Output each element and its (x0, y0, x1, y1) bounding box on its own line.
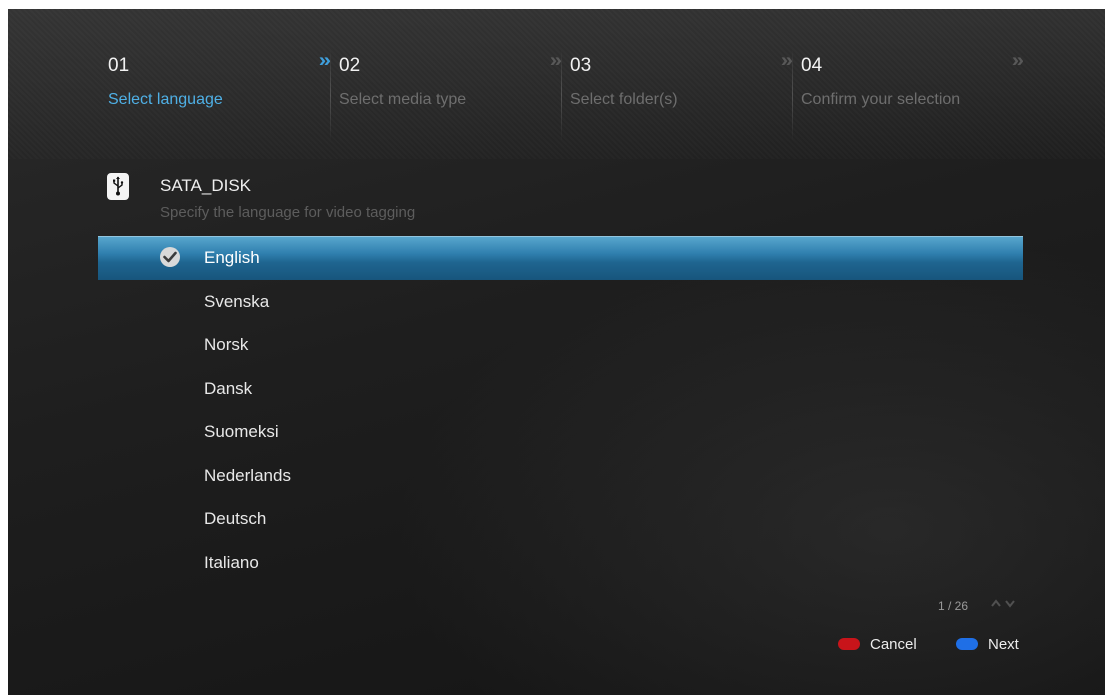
language-label: Deutsch (204, 509, 267, 528)
step-number: 04 (801, 55, 823, 76)
device-subtitle: Specify the language for video tagging (160, 204, 416, 221)
scroll-arrows-icon[interactable] (990, 598, 1020, 611)
language-item-suomeksi[interactable]: Suomeksi (98, 410, 1023, 454)
language-item-norsk[interactable]: Norsk (98, 323, 1023, 367)
language-label: English (204, 248, 260, 267)
page-indicator: 1 / 26 (938, 599, 969, 613)
step-confirm-selection: 04 Confirm your selection » (793, 41, 1024, 141)
language-label: Norsk (204, 335, 249, 354)
language-label: Italiano (204, 552, 259, 572)
step-number: 03 (570, 55, 592, 76)
double-chevron-right-icon: » (318, 48, 332, 71)
step-label: Select folder(s) (570, 91, 678, 108)
language-label: Suomeksi (204, 422, 279, 441)
double-chevron-right-icon: » (780, 48, 794, 71)
language-item-nederlands[interactable]: Nederlands (98, 454, 1023, 498)
double-chevron-right-icon: » (549, 48, 563, 71)
step-label: Select language (108, 91, 223, 108)
step-number: 01 (108, 55, 130, 76)
step-number: 02 (339, 55, 361, 76)
red-key-icon (838, 638, 860, 650)
next-label: Next (988, 635, 1019, 653)
step-select-language: 01 Select language » (100, 41, 331, 141)
checkmark-icon (160, 247, 180, 267)
cancel-button[interactable]: Cancel (838, 634, 917, 654)
step-label: Select media type (339, 91, 467, 108)
language-label: Nederlands (204, 465, 291, 485)
step-select-media-type: 02 Select media type » (331, 41, 562, 141)
usb-icon (107, 173, 129, 200)
language-item-english[interactable]: English (98, 236, 1023, 280)
blue-key-icon (956, 638, 978, 650)
next-button[interactable]: Next (956, 634, 1019, 654)
step-select-folders: 03 Select folder(s) » (562, 41, 793, 141)
step-label: Confirm your selection (801, 91, 961, 108)
double-chevron-right-icon: » (1011, 48, 1025, 71)
language-item-italiano[interactable]: Italiano (98, 541, 1023, 585)
language-list: English Svenska Norsk Dansk Suomeksi Ned… (98, 236, 1023, 584)
language-item-deutsch[interactable]: Deutsch (98, 497, 1023, 541)
setup-screen: 01 Select language » 02 Select media typ… (8, 9, 1105, 695)
language-item-dansk[interactable]: Dansk (98, 367, 1023, 411)
language-label: Svenska (204, 291, 270, 311)
language-item-svenska[interactable]: Svenska (98, 280, 1023, 324)
wizard-steps: 01 Select language » 02 Select media typ… (100, 41, 1024, 141)
cancel-label: Cancel (870, 635, 917, 653)
language-label: Dansk (204, 378, 253, 398)
device-name: SATA_DISK (160, 176, 252, 195)
